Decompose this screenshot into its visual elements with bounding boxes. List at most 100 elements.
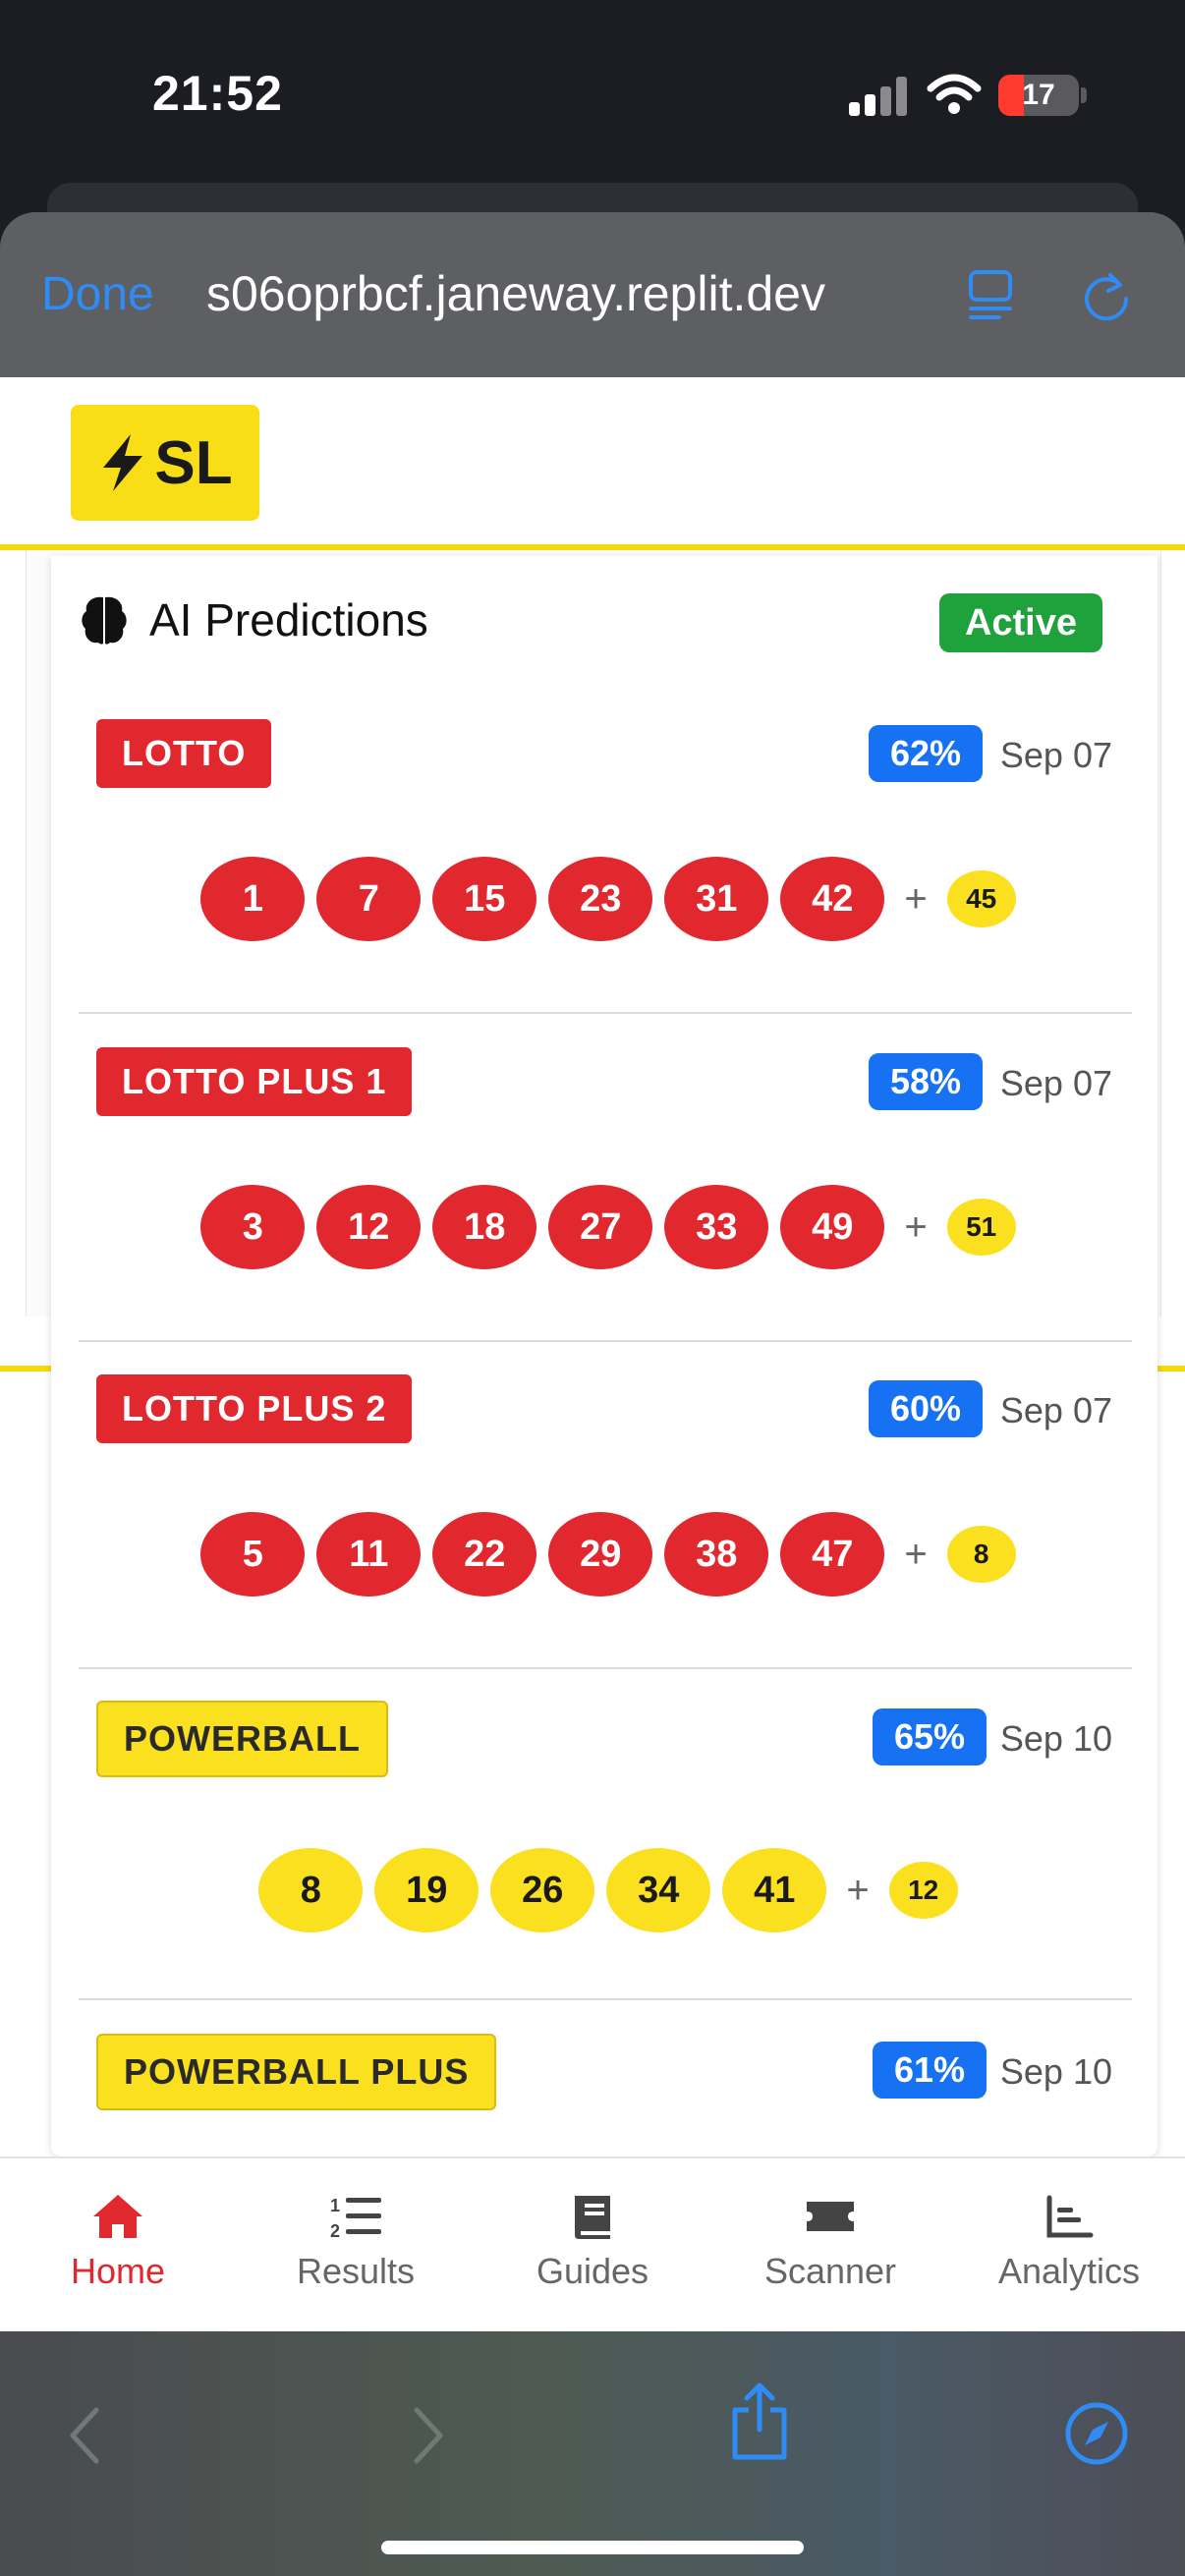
prediction-item: LOTTO PLUS 1 58% Sep 07 3 12 18 27 33 49… xyxy=(79,1047,1132,1342)
number-ball: 11 xyxy=(316,1512,422,1596)
bonus-ball: 45 xyxy=(946,870,1016,927)
back-icon[interactable] xyxy=(67,2406,102,2465)
plus-sign: + xyxy=(904,1204,928,1249)
bonus-ball: 8 xyxy=(946,1526,1016,1583)
confidence-badge: 61% xyxy=(872,2042,987,2099)
home-icon xyxy=(93,2195,142,2238)
game-badge: LOTTO xyxy=(96,719,272,788)
battery-tip xyxy=(1081,87,1087,103)
tab-label: Analytics xyxy=(997,2251,1141,2291)
reload-icon[interactable] xyxy=(1081,269,1132,320)
number-ball: 31 xyxy=(664,857,769,941)
draw-date: Sep 07 xyxy=(999,735,1112,775)
bonus-ball: 12 xyxy=(888,1862,958,1919)
game-badge: LOTTO PLUS 1 xyxy=(96,1047,413,1116)
draw-date: Sep 10 xyxy=(999,2051,1112,2092)
number-ball: 42 xyxy=(780,857,885,941)
status-badge: Active xyxy=(938,593,1102,652)
number-ball: 19 xyxy=(374,1848,480,1932)
number-balls: 8 19 26 34 41 + 12 xyxy=(79,1848,1132,1932)
number-ball: 15 xyxy=(432,857,537,941)
draw-date: Sep 10 xyxy=(999,1718,1112,1759)
app-header: SL xyxy=(0,377,1185,550)
bonus-ball: 51 xyxy=(946,1199,1016,1256)
number-ball: 12 xyxy=(316,1185,422,1269)
tab-label: Guides xyxy=(536,2251,649,2291)
number-balls: 1 7 15 23 31 42 + 45 xyxy=(79,857,1132,941)
confidence-badge: 58% xyxy=(868,1053,983,1110)
divider xyxy=(79,1998,1132,2000)
tab-guides[interactable]: Guides xyxy=(519,2158,666,2333)
number-balls: 5 11 22 29 38 47 + 8 xyxy=(79,1512,1132,1596)
battery-level: 17 xyxy=(1022,79,1055,111)
tab-label: Scanner xyxy=(763,2251,897,2291)
prediction-item: POWERBALL PLUS 61% Sep 10 xyxy=(79,2034,1132,2152)
number-ball: 23 xyxy=(548,857,653,941)
tab-scanner[interactable]: Scanner xyxy=(747,2158,914,2333)
number-ball: 22 xyxy=(432,1512,537,1596)
number-ball: 3 xyxy=(200,1185,306,1269)
share-icon[interactable] xyxy=(727,2380,792,2463)
tab-bar: Home 1 2 Results Guides Scanner Analytic… xyxy=(0,2156,1185,2333)
forward-icon[interactable] xyxy=(411,2406,446,2465)
tab-analytics[interactable]: Analytics xyxy=(990,2158,1148,2333)
tab-label: Results xyxy=(296,2251,416,2291)
game-badge: LOTTO PLUS 2 xyxy=(96,1374,413,1443)
compass-icon[interactable] xyxy=(1063,2400,1130,2467)
confidence-badge: 65% xyxy=(872,1708,987,1765)
ticket-icon xyxy=(807,2202,854,2231)
number-ball: 7 xyxy=(316,857,422,941)
number-ball: 1 xyxy=(200,857,306,941)
number-ball: 38 xyxy=(664,1512,769,1596)
status-time: 21:52 xyxy=(152,66,283,121)
number-ball: 18 xyxy=(432,1185,537,1269)
number-ball: 47 xyxy=(780,1512,885,1596)
card-title: AI Predictions xyxy=(149,594,428,645)
prediction-item: POWERBALL 65% Sep 10 8 19 26 34 41 + 12 xyxy=(79,1701,1132,2000)
svg-text:1: 1 xyxy=(330,2196,340,2215)
plus-sign: + xyxy=(904,876,928,921)
number-ball: 26 xyxy=(490,1848,595,1932)
number-ball: 8 xyxy=(258,1848,364,1932)
done-button[interactable]: Done xyxy=(41,267,154,321)
card-header: AI Predictions Active xyxy=(51,556,1157,684)
number-ball: 5 xyxy=(200,1512,306,1596)
draw-date: Sep 07 xyxy=(999,1390,1112,1430)
number-ball: 29 xyxy=(548,1512,653,1596)
browser-header: Done s06oprbcf.janeway.replit.dev xyxy=(0,212,1185,377)
divider xyxy=(79,1012,1132,1014)
tab-home[interactable]: Home xyxy=(45,2158,191,2333)
number-ball: 34 xyxy=(606,1848,711,1932)
divider xyxy=(79,1340,1132,1342)
tab-label: Home xyxy=(70,2251,166,2291)
ai-predictions-card: AI Predictions Active LOTTO 62% Sep 07 1… xyxy=(51,556,1157,2156)
wifi-icon xyxy=(927,74,982,114)
reader-view-icon[interactable] xyxy=(968,269,1013,320)
lightning-bolt-icon xyxy=(103,434,143,491)
confidence-badge: 62% xyxy=(868,725,983,782)
number-ball: 33 xyxy=(664,1185,769,1269)
prediction-item: LOTTO PLUS 2 60% Sep 07 5 11 22 29 38 47… xyxy=(79,1374,1132,1669)
logo-text: SL xyxy=(154,428,233,497)
bar-chart-icon xyxy=(1046,2195,1094,2238)
numbered-list-icon: 1 2 xyxy=(330,2196,381,2241)
number-balls: 3 12 18 27 33 49 + 51 xyxy=(79,1185,1132,1269)
plus-sign: + xyxy=(904,1532,928,1576)
book-icon xyxy=(575,2196,610,2239)
battery-icon: 17 xyxy=(998,75,1079,116)
browser-toolbar xyxy=(0,2331,1185,2576)
game-badge: POWERBALL xyxy=(96,1701,388,1777)
home-indicator xyxy=(381,2541,804,2554)
tab-results[interactable]: 1 2 Results xyxy=(277,2158,434,2333)
number-ball: 41 xyxy=(722,1848,827,1932)
confidence-badge: 60% xyxy=(868,1380,983,1437)
number-ball: 27 xyxy=(548,1185,653,1269)
brain-icon xyxy=(82,596,127,644)
game-badge: POWERBALL PLUS xyxy=(96,2034,497,2110)
draw-date: Sep 07 xyxy=(999,1063,1112,1103)
plus-sign: + xyxy=(846,1868,870,1912)
divider xyxy=(79,1667,1132,1669)
app-logo[interactable]: SL xyxy=(71,405,259,521)
status-bar: 21:52 17 xyxy=(0,0,1185,187)
address-bar[interactable]: s06oprbcf.janeway.replit.dev xyxy=(206,265,924,322)
